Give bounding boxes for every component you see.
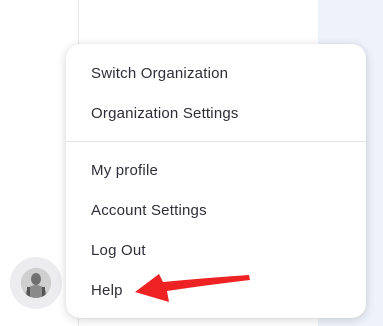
menu-item-help[interactable]: Help: [91, 279, 123, 303]
user-avatar-icon: [21, 268, 51, 298]
menu-item-switch-organization[interactable]: Switch Organization: [91, 62, 228, 86]
menu-divider: [66, 141, 366, 142]
menu-item-my-profile[interactable]: My profile: [91, 159, 158, 183]
user-avatar[interactable]: [10, 257, 62, 309]
menu-item-account-settings[interactable]: Account Settings: [91, 199, 207, 223]
red-arrow-annotation-icon: [135, 274, 250, 302]
menu-item-organization-settings[interactable]: Organization Settings: [91, 102, 239, 126]
